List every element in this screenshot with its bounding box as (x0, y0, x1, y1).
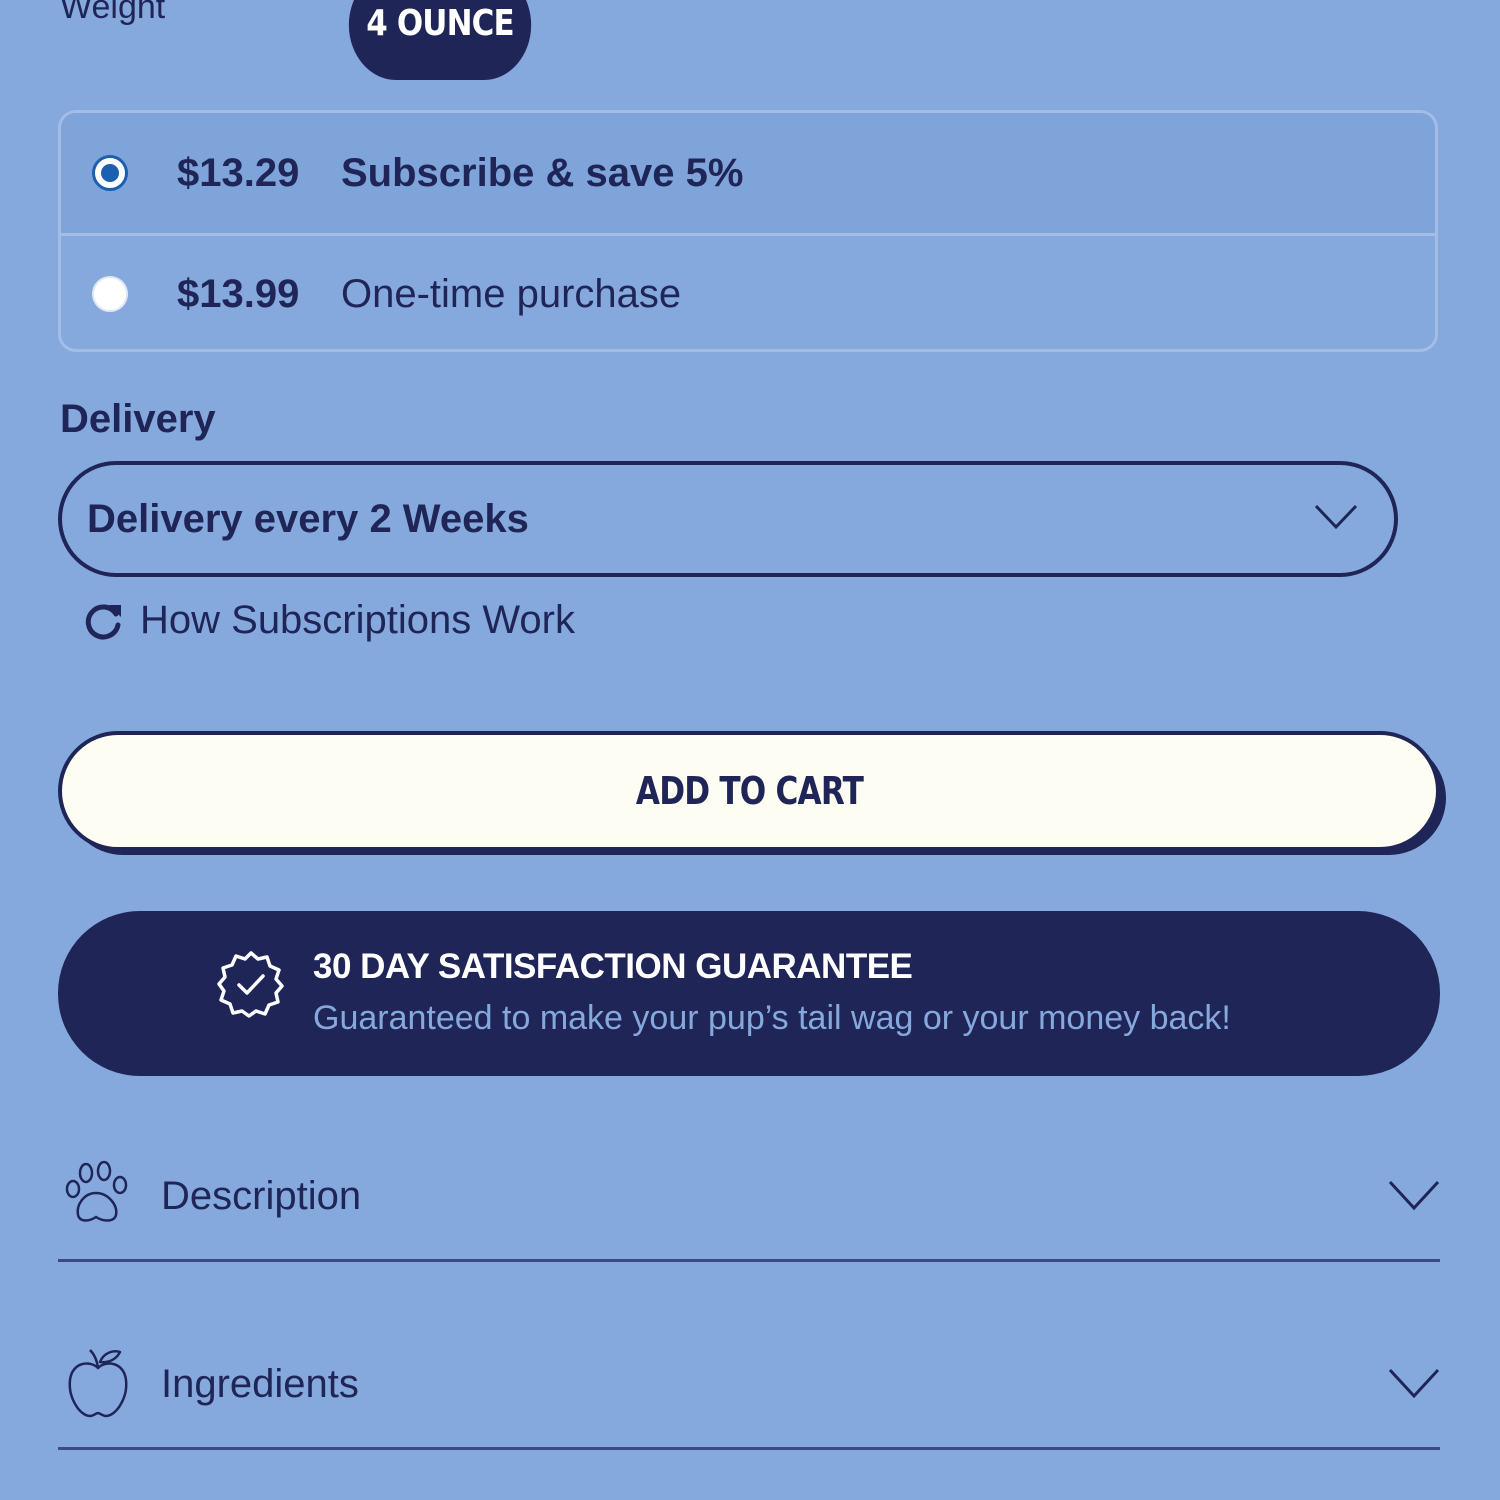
one-time-label: One-time purchase (341, 271, 682, 316)
subscribe-option[interactable]: $13.29 Subscribe & save 5% (61, 113, 1435, 236)
paw-icon (65, 1160, 128, 1222)
refresh-icon (85, 604, 121, 639)
how-subscriptions-work-label: How Subscriptions Work (140, 598, 575, 642)
accordion-description[interactable]: Description (58, 1142, 1440, 1262)
delivery-frequency-select[interactable]: Delivery every 2 Weeks (58, 461, 1398, 577)
one-time-radio[interactable] (92, 276, 128, 312)
add-to-cart-button[interactable]: ADD TO CART (58, 731, 1440, 851)
guarantee-subtitle: Guaranteed to make your pup’s tail wag o… (313, 999, 1231, 1037)
chevron-down-icon (1314, 504, 1358, 530)
purchase-options: $13.29 Subscribe & save 5% $13.99 One-ti… (58, 110, 1438, 352)
how-subscriptions-work-link[interactable]: How Subscriptions Work (84, 598, 575, 643)
accordion-description-label: Description (161, 1174, 362, 1218)
delivery-frequency-value: Delivery every 2 Weeks (87, 496, 529, 541)
subscribe-price: $13.29 (177, 150, 300, 195)
chevron-down-icon (1388, 1180, 1440, 1211)
weight-option-4-ounce[interactable]: 4 OUNCE (348, 0, 532, 80)
accordion-ingredients[interactable]: Ingredients (58, 1330, 1440, 1450)
apple-icon (68, 1349, 128, 1418)
guarantee-title: 30 DAY SATISFACTION GUARANTEE (313, 947, 913, 986)
chevron-down-icon (1388, 1368, 1440, 1399)
subscribe-label: Subscribe & save 5% (341, 150, 744, 195)
accordion-ingredients-label: Ingredients (161, 1362, 359, 1406)
guarantee-banner: 30 DAY SATISFACTION GUARANTEE Guaranteed… (58, 911, 1440, 1076)
subscribe-radio[interactable] (92, 155, 128, 191)
delivery-heading: Delivery (60, 397, 216, 441)
check-badge-icon (217, 951, 284, 1018)
one-time-price: $13.99 (177, 271, 300, 316)
one-time-option[interactable]: $13.99 One-time purchase (61, 234, 1435, 349)
add-to-cart-label: ADD TO CART (635, 769, 863, 813)
weight-label: Weight (60, 0, 166, 26)
